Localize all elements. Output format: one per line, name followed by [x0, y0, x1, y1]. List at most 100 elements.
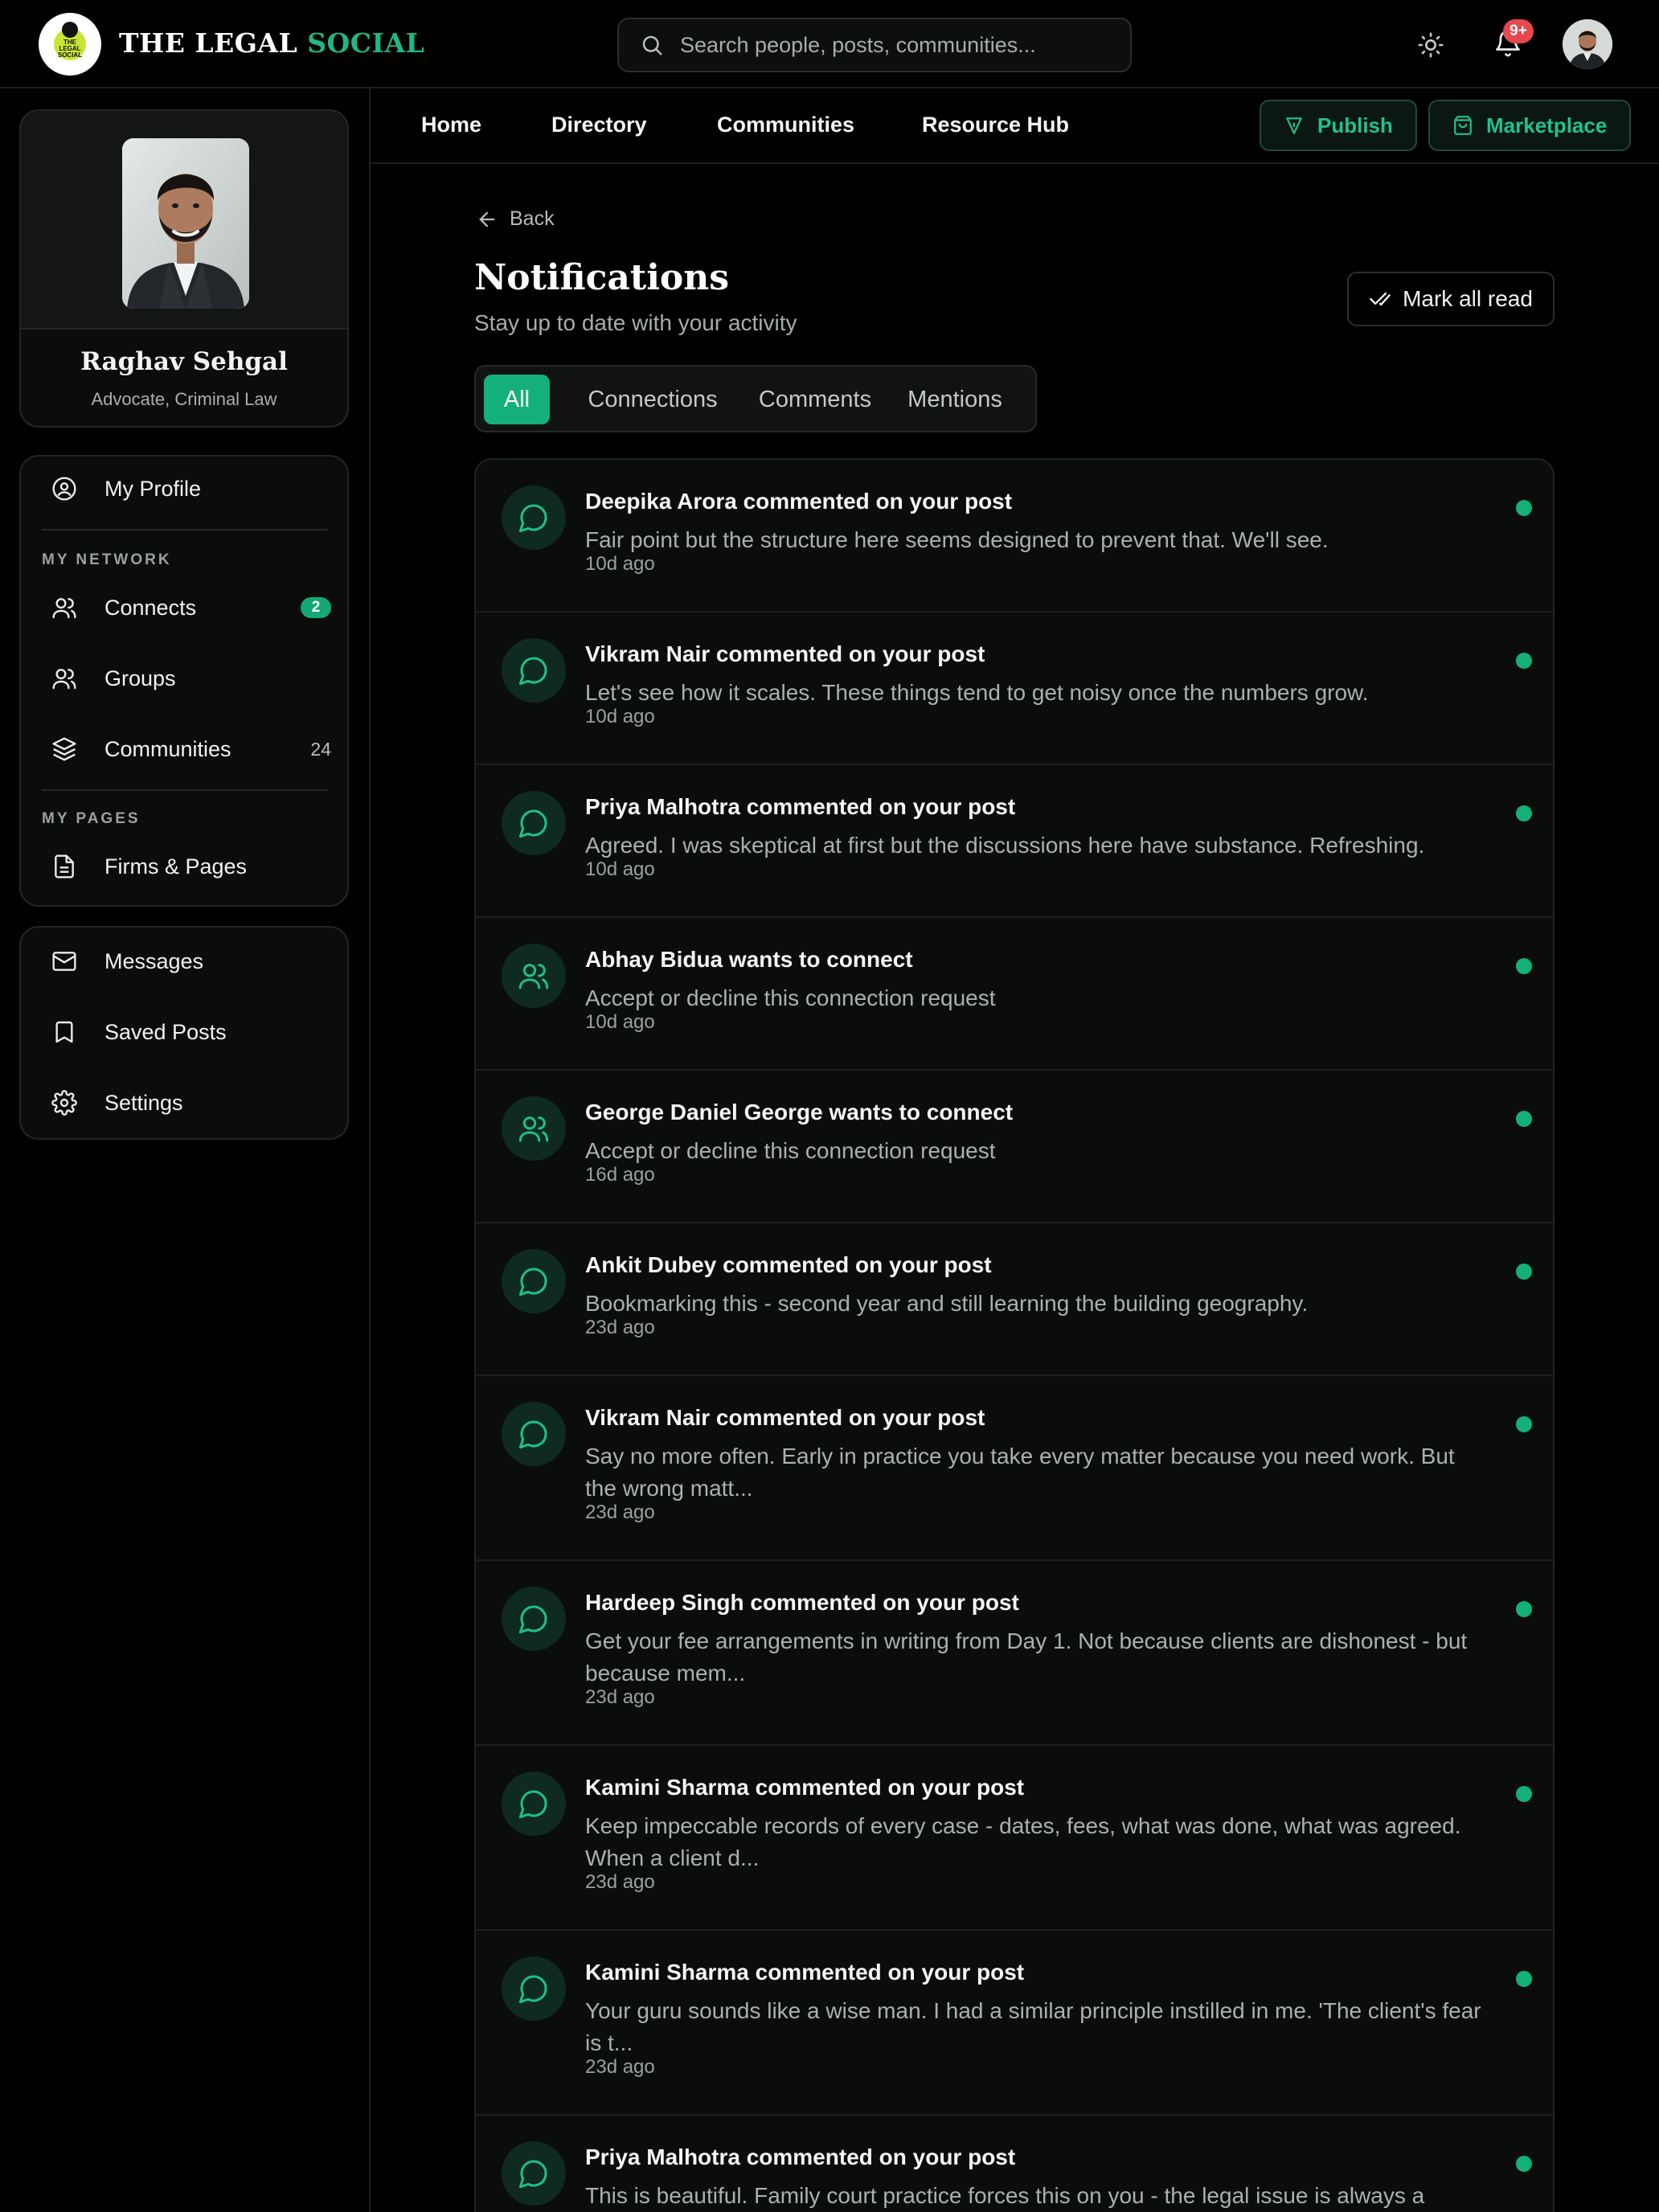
sidebar-item-connects[interactable]: Connects 2 — [21, 576, 347, 640]
main-nav: Home Directory Communities Resource Hub … — [371, 88, 1659, 164]
notification-item[interactable]: Abhay Bidua wants to connect Accept or de… — [476, 918, 1553, 1071]
notification-item[interactable]: Hardeep Singh commented on your post Get … — [476, 1561, 1553, 1746]
notification-title: Ankit Dubey commented on your post — [585, 1252, 992, 1277]
notification-message: Your guru sounds like a wise man. I had … — [585, 1998, 1481, 2055]
tab-all[interactable]: All — [484, 375, 550, 424]
sidebar-nav-secondary: Messages Saved Posts Settings — [19, 926, 349, 1140]
notification-type-icon — [502, 638, 566, 703]
notification-item[interactable]: Ankit Dubey commented on your post Bookma… — [476, 1223, 1553, 1376]
search-input[interactable] — [680, 32, 1098, 58]
sidebar-item-settings[interactable]: Settings — [21, 1071, 347, 1135]
sidebar-item-label: Messages — [104, 948, 204, 973]
user-avatar[interactable] — [1563, 19, 1612, 69]
search-bar[interactable] — [617, 18, 1132, 72]
theme-toggle-button[interactable] — [1408, 23, 1453, 68]
notification-title: Kamini Sharma commented on your post — [585, 1960, 1025, 1985]
unread-indicator — [1516, 500, 1532, 516]
logo[interactable]: THE LEGAL SOCIAL — [39, 13, 101, 76]
unread-indicator — [1516, 1111, 1532, 1127]
notification-message: Get your fee arrangements in writing fro… — [585, 1628, 1468, 1686]
notification-title: George Daniel George wants to connect — [585, 1100, 1014, 1124]
sidebar-item-label: Connects — [104, 595, 197, 620]
notification-message: Accept or decline this connection reques… — [585, 1138, 996, 1163]
sidebar-item-firms-pages[interactable]: Firms & Pages — [21, 834, 347, 899]
top-bar: THE LEGAL SOCIAL THE LEGAL SOCIAL 9+ — [0, 0, 1659, 88]
unread-indicator — [1516, 805, 1532, 821]
notification-item[interactable]: Kamini Sharma commented on your post Keep… — [476, 1746, 1553, 1931]
nav-home[interactable]: Home — [421, 113, 481, 137]
marketplace-button[interactable]: Marketplace — [1428, 100, 1632, 151]
notification-title: Priya Malhotra commented on your post — [585, 794, 1016, 819]
unread-indicator — [1516, 1786, 1532, 1802]
notification-type-icon — [502, 1956, 566, 2021]
unread-indicator — [1516, 2156, 1532, 2172]
divider — [42, 789, 328, 791]
page-subtitle: Stay up to date with your activity — [474, 310, 797, 335]
tab-connections[interactable]: Connections — [558, 375, 748, 424]
sidebar-item-messages[interactable]: Messages — [21, 929, 347, 993]
layers-icon — [52, 737, 76, 761]
file-text-icon — [55, 854, 74, 879]
notification-time: 23d ago — [585, 1871, 655, 1893]
notification-title: Priya Malhotra commented on your post — [585, 2144, 1016, 2169]
users-icon — [518, 1116, 549, 1142]
notification-type-icon — [502, 1249, 566, 1313]
message-circle-icon — [518, 1790, 547, 1819]
notification-type-icon — [502, 944, 566, 1008]
notification-time: 10d ago — [585, 858, 655, 880]
back-link[interactable]: Back — [476, 207, 555, 231]
sidebar-item-communities[interactable]: Communities 24 — [21, 717, 347, 781]
message-circle-icon — [518, 1605, 547, 1634]
nav-resource-hub[interactable]: Resource Hub — [922, 113, 1069, 137]
sidebar-item-saved-posts[interactable]: Saved Posts — [21, 1000, 347, 1064]
users-icon — [518, 964, 549, 989]
notification-message: Let's see how it scales. These things te… — [585, 680, 1369, 705]
section-label-my-network: MY NETWORK — [42, 551, 172, 568]
mark-all-read-button[interactable]: Mark all read — [1347, 272, 1555, 326]
unread-indicator — [1516, 1416, 1532, 1432]
divider — [42, 529, 328, 530]
notification-item[interactable]: Vikram Nair commented on your post Say no… — [476, 1376, 1553, 1561]
notification-message: Keep impeccable records of every case - … — [585, 1813, 1461, 1870]
tab-mentions[interactable]: Mentions — [883, 375, 1027, 424]
tab-comments[interactable]: Comments — [748, 375, 883, 424]
notification-time: 10d ago — [585, 706, 655, 727]
sun-icon — [1418, 32, 1444, 58]
notification-item[interactable]: George Daniel George wants to connect Acc… — [476, 1071, 1553, 1223]
nav-communities[interactable]: Communities — [717, 113, 854, 137]
notification-title: Vikram Nair commented on your post — [585, 641, 985, 666]
notification-time: 23d ago — [585, 1501, 655, 1523]
communities-count: 24 — [310, 738, 331, 760]
notification-item[interactable]: Priya Malhotra commented on your post Thi… — [476, 2116, 1553, 2212]
profile-role: Advocate, Criminal Law — [91, 389, 277, 409]
pen-tool-icon — [1286, 117, 1302, 134]
notification-item[interactable]: Priya Malhotra commented on your post Agr… — [476, 765, 1553, 918]
nav-directory[interactable]: Directory — [551, 113, 647, 137]
brand-name[interactable]: THE LEGAL SOCIAL — [119, 27, 424, 59]
notification-item[interactable]: Vikram Nair commented on your post Let's … — [476, 612, 1553, 765]
sidebar-item-label: Groups — [104, 666, 176, 690]
notification-list: Deepika Arora commented on your post Fair… — [474, 458, 1555, 2212]
notification-message: Accept or decline this connection reques… — [585, 985, 996, 1010]
section-label-my-pages: MY PAGES — [42, 810, 141, 827]
notification-item[interactable]: Kamini Sharma commented on your post Your… — [476, 1931, 1553, 2116]
notification-time: 16d ago — [585, 1164, 655, 1186]
logo-mark: THE LEGAL SOCIAL — [54, 22, 86, 60]
user-circle-icon — [52, 477, 76, 501]
notification-message: Agreed. I was skeptical at first but the… — [585, 833, 1425, 858]
profile-name[interactable]: Raghav Sehgal — [21, 347, 347, 376]
connects-badge: 2 — [301, 597, 331, 618]
sidebar-item-my-profile[interactable]: My Profile — [21, 457, 347, 521]
profile-photo[interactable] — [122, 138, 249, 309]
profile-card[interactable]: Raghav Sehgal Advocate, Criminal Law — [19, 109, 349, 428]
sidebar-item-groups[interactable]: Groups — [21, 646, 347, 711]
notification-title: Abhay Bidua wants to connect — [585, 947, 913, 972]
notification-type-icon — [502, 1587, 566, 1651]
notification-type-icon — [502, 485, 566, 550]
notification-item[interactable]: Deepika Arora commented on your post Fair… — [476, 460, 1553, 612]
message-circle-icon — [518, 2160, 547, 2189]
unread-indicator — [1516, 1601, 1532, 1617]
sidebar-item-label: Settings — [104, 1090, 183, 1115]
publish-button[interactable]: Publish — [1260, 100, 1417, 151]
gear-icon — [51, 1090, 77, 1116]
